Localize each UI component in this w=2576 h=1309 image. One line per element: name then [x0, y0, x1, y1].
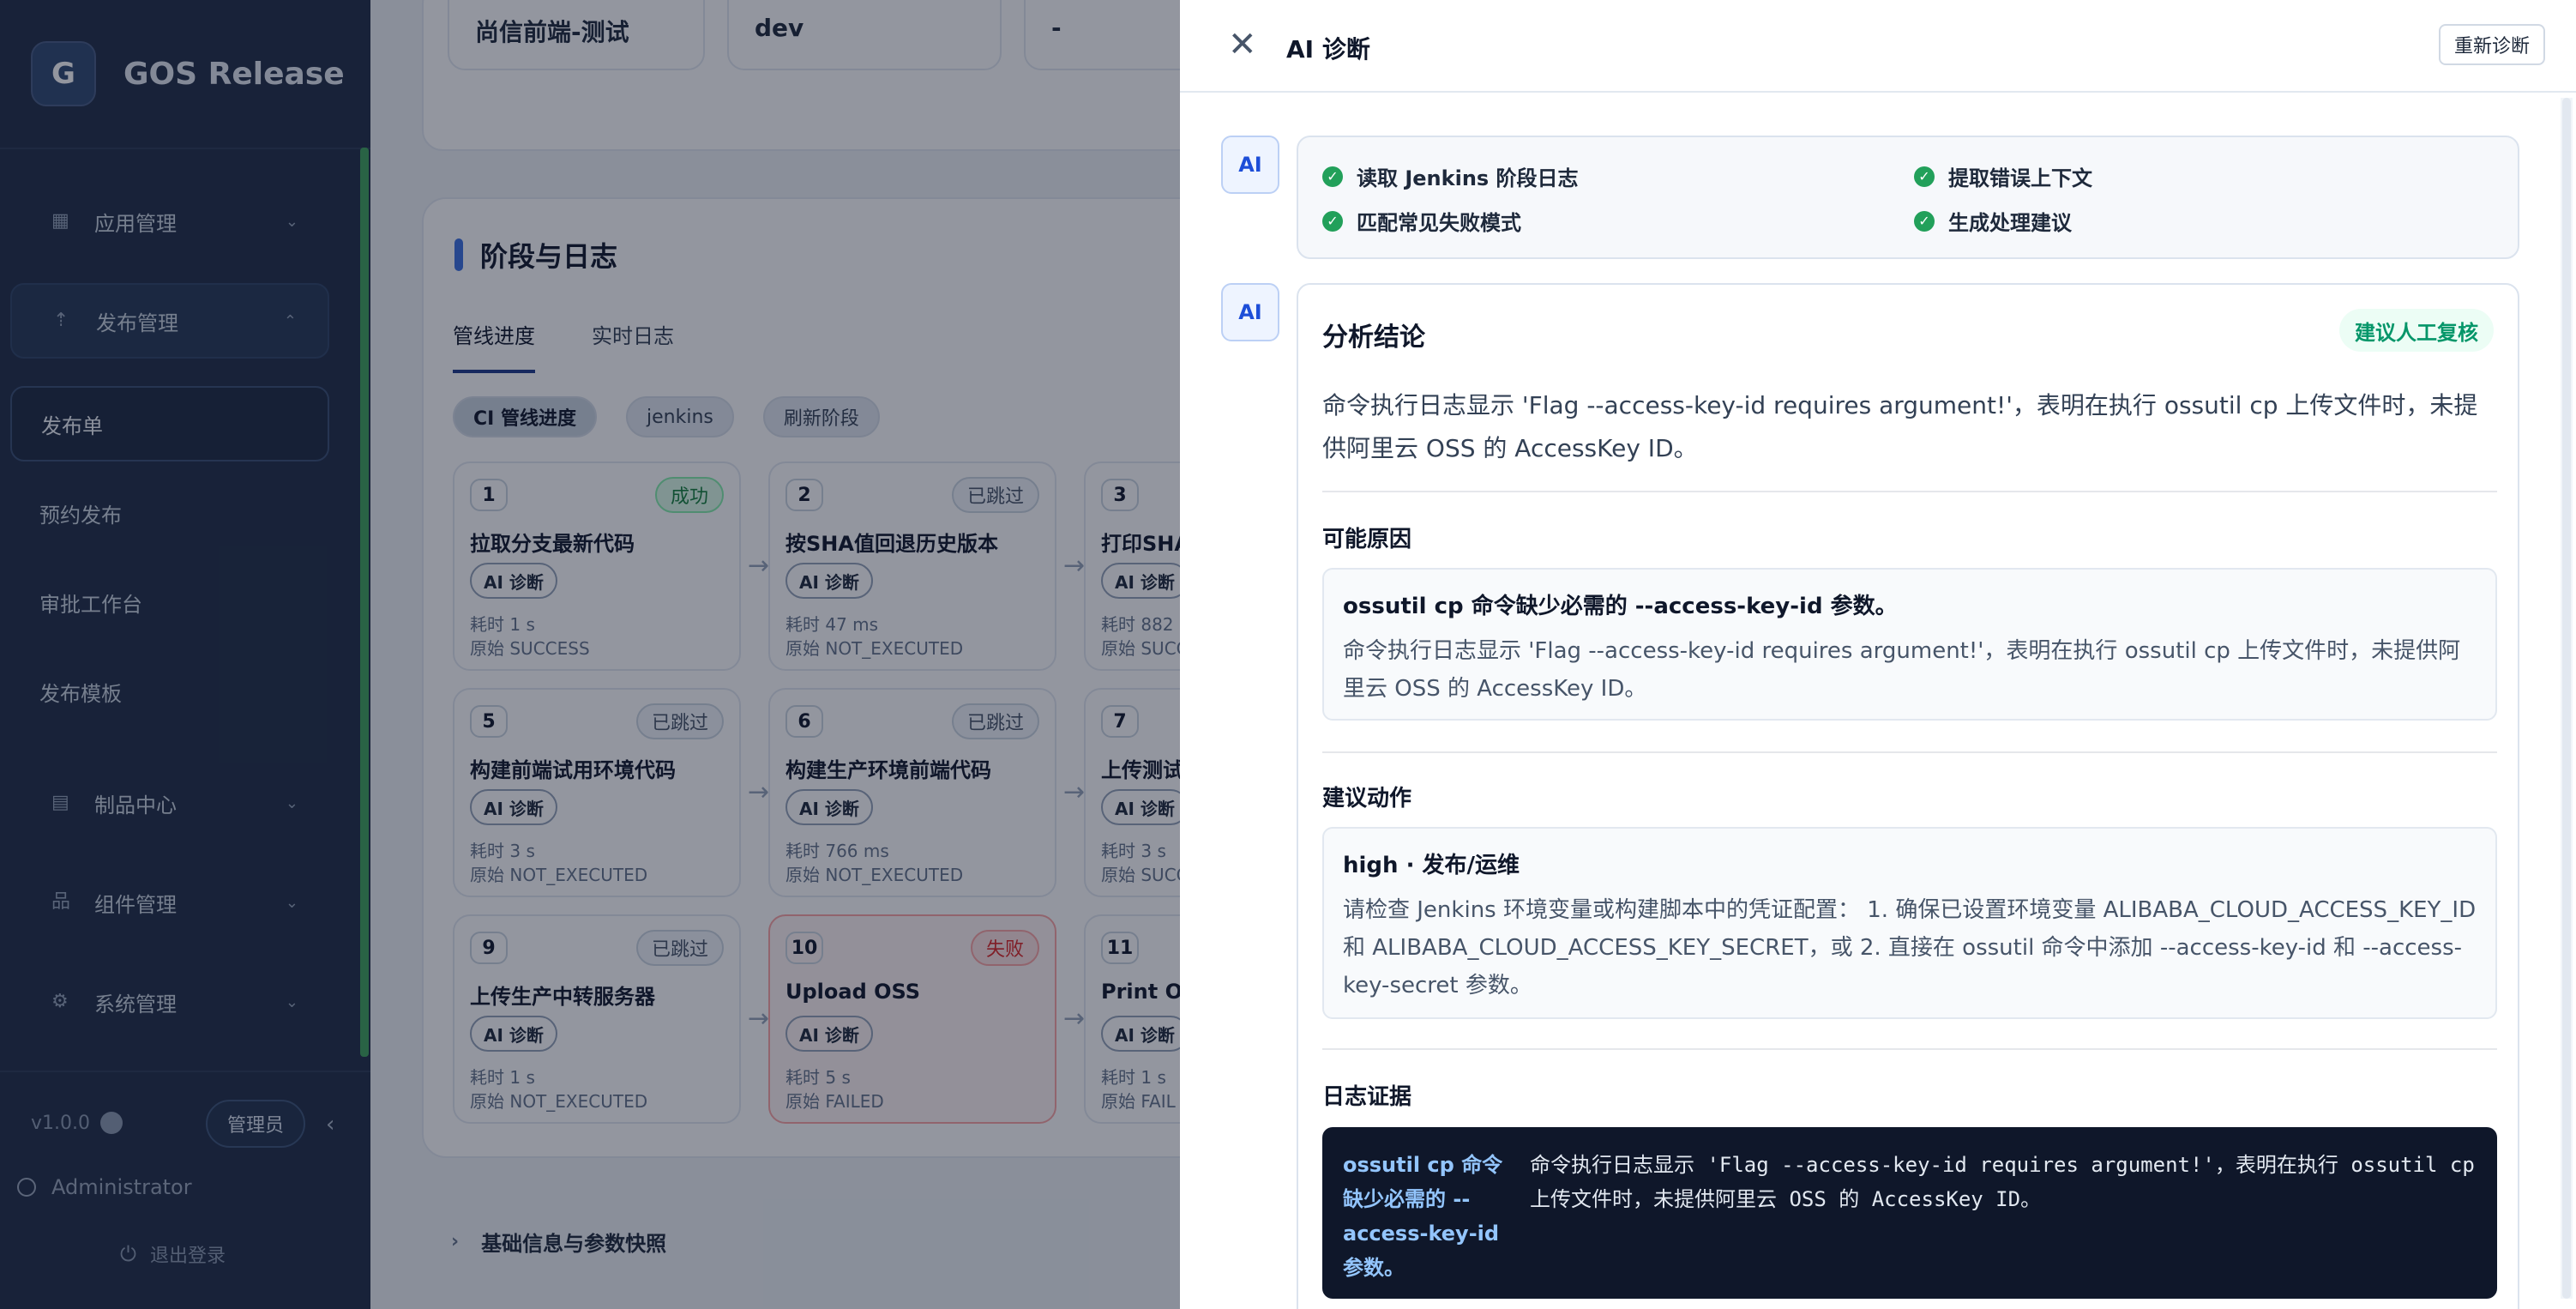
log-evidence-block: ossutil cp 命令缺少必需的 --access-key-id 参数。 命… [1322, 1127, 2497, 1299]
check-circle-icon: ✓ [1322, 210, 1343, 232]
suggested-action-title: 建议动作 [1322, 786, 1412, 811]
step-label: 读取 Jenkins 阶段日志 [1357, 166, 1579, 190]
manual-review-badge: 建议人工复核 [2339, 309, 2494, 352]
diagnosis-step: ✓ 匹配常见失败模式 [1322, 206, 1521, 236]
drawer-title: AI 诊断 [1286, 35, 1370, 63]
analysis-result-card: 分析结论 建议人工复核 命令执行日志显示 'Flag --access-key-… [1297, 283, 2519, 1309]
cause-detail: 命令执行日志显示 'Flag --access-key-id requires … [1343, 638, 2461, 702]
divider [1322, 751, 2497, 753]
action-headline: high · 发布/运维 [1343, 853, 1520, 878]
modal-overlay[interactable] [0, 0, 1180, 1309]
diagnosis-steps: ✓ 读取 Jenkins 阶段日志 ✓ 提取错误上下文 ✓ 匹配常见失败模式 ✓… [1297, 136, 2519, 259]
evidence-label: ossutil cp 命令缺少必需的 --access-key-id 参数。 [1343, 1153, 1503, 1280]
suggested-action-box: high · 发布/运维 请检查 Jenkins 环境变量或构建脚本中的凭证配置… [1322, 827, 2497, 1019]
log-evidence-title: 日志证据 [1322, 1084, 1412, 1110]
scrollbar-thumb[interactable] [2562, 98, 2571, 1299]
step-label: 匹配常见失败模式 [1357, 211, 1521, 235]
check-circle-icon: ✓ [1914, 210, 1935, 232]
diagnosis-step: ✓ 生成处理建议 [1914, 206, 2072, 236]
step-label: 生成处理建议 [1948, 211, 2072, 235]
possible-cause-box: ossutil cp 命令缺少必需的 --access-key-id 参数。 命… [1322, 568, 2497, 721]
divider [1322, 491, 2497, 492]
close-icon[interactable]: ✕ [1228, 27, 1257, 62]
ai-diagnosis-drawer: ✕ AI 诊断 重新诊断 AI ✓ 读取 Jenkins 阶段日志 ✓ 提取错误… [1180, 0, 2576, 1309]
conclusion-title: 分析结论 [1322, 323, 1425, 353]
cause-headline: ossutil cp 命令缺少必需的 --access-key-id 参数。 [1343, 594, 1898, 619]
possible-cause-title: 可能原因 [1322, 527, 1412, 552]
ai-avatar: AI [1221, 136, 1279, 194]
ai-avatar: AI [1221, 283, 1279, 341]
action-detail: 请检查 Jenkins 环境变量或构建脚本中的凭证配置： 1. 确保已设置环境变… [1343, 897, 2477, 998]
check-circle-icon: ✓ [1914, 166, 1935, 187]
conclusion-summary: 命令执行日志显示 'Flag --access-key-id requires … [1322, 391, 2478, 462]
diagnosis-step: ✓ 读取 Jenkins 阶段日志 [1322, 161, 1579, 191]
diagnosis-step: ✓ 提取错误上下文 [1914, 161, 2092, 191]
divider [1322, 1048, 2497, 1050]
evidence-log-text: 命令执行日志显示 'Flag --access-key-id requires … [1530, 1153, 2475, 1211]
step-label: 提取错误上下文 [1948, 166, 2092, 190]
drawer-header: ✕ AI 诊断 重新诊断 [1180, 0, 2576, 93]
rediagnose-button[interactable]: 重新诊断 [2438, 24, 2545, 65]
drawer-scrollbar[interactable] [2561, 98, 2573, 1299]
check-circle-icon: ✓ [1322, 166, 1343, 187]
